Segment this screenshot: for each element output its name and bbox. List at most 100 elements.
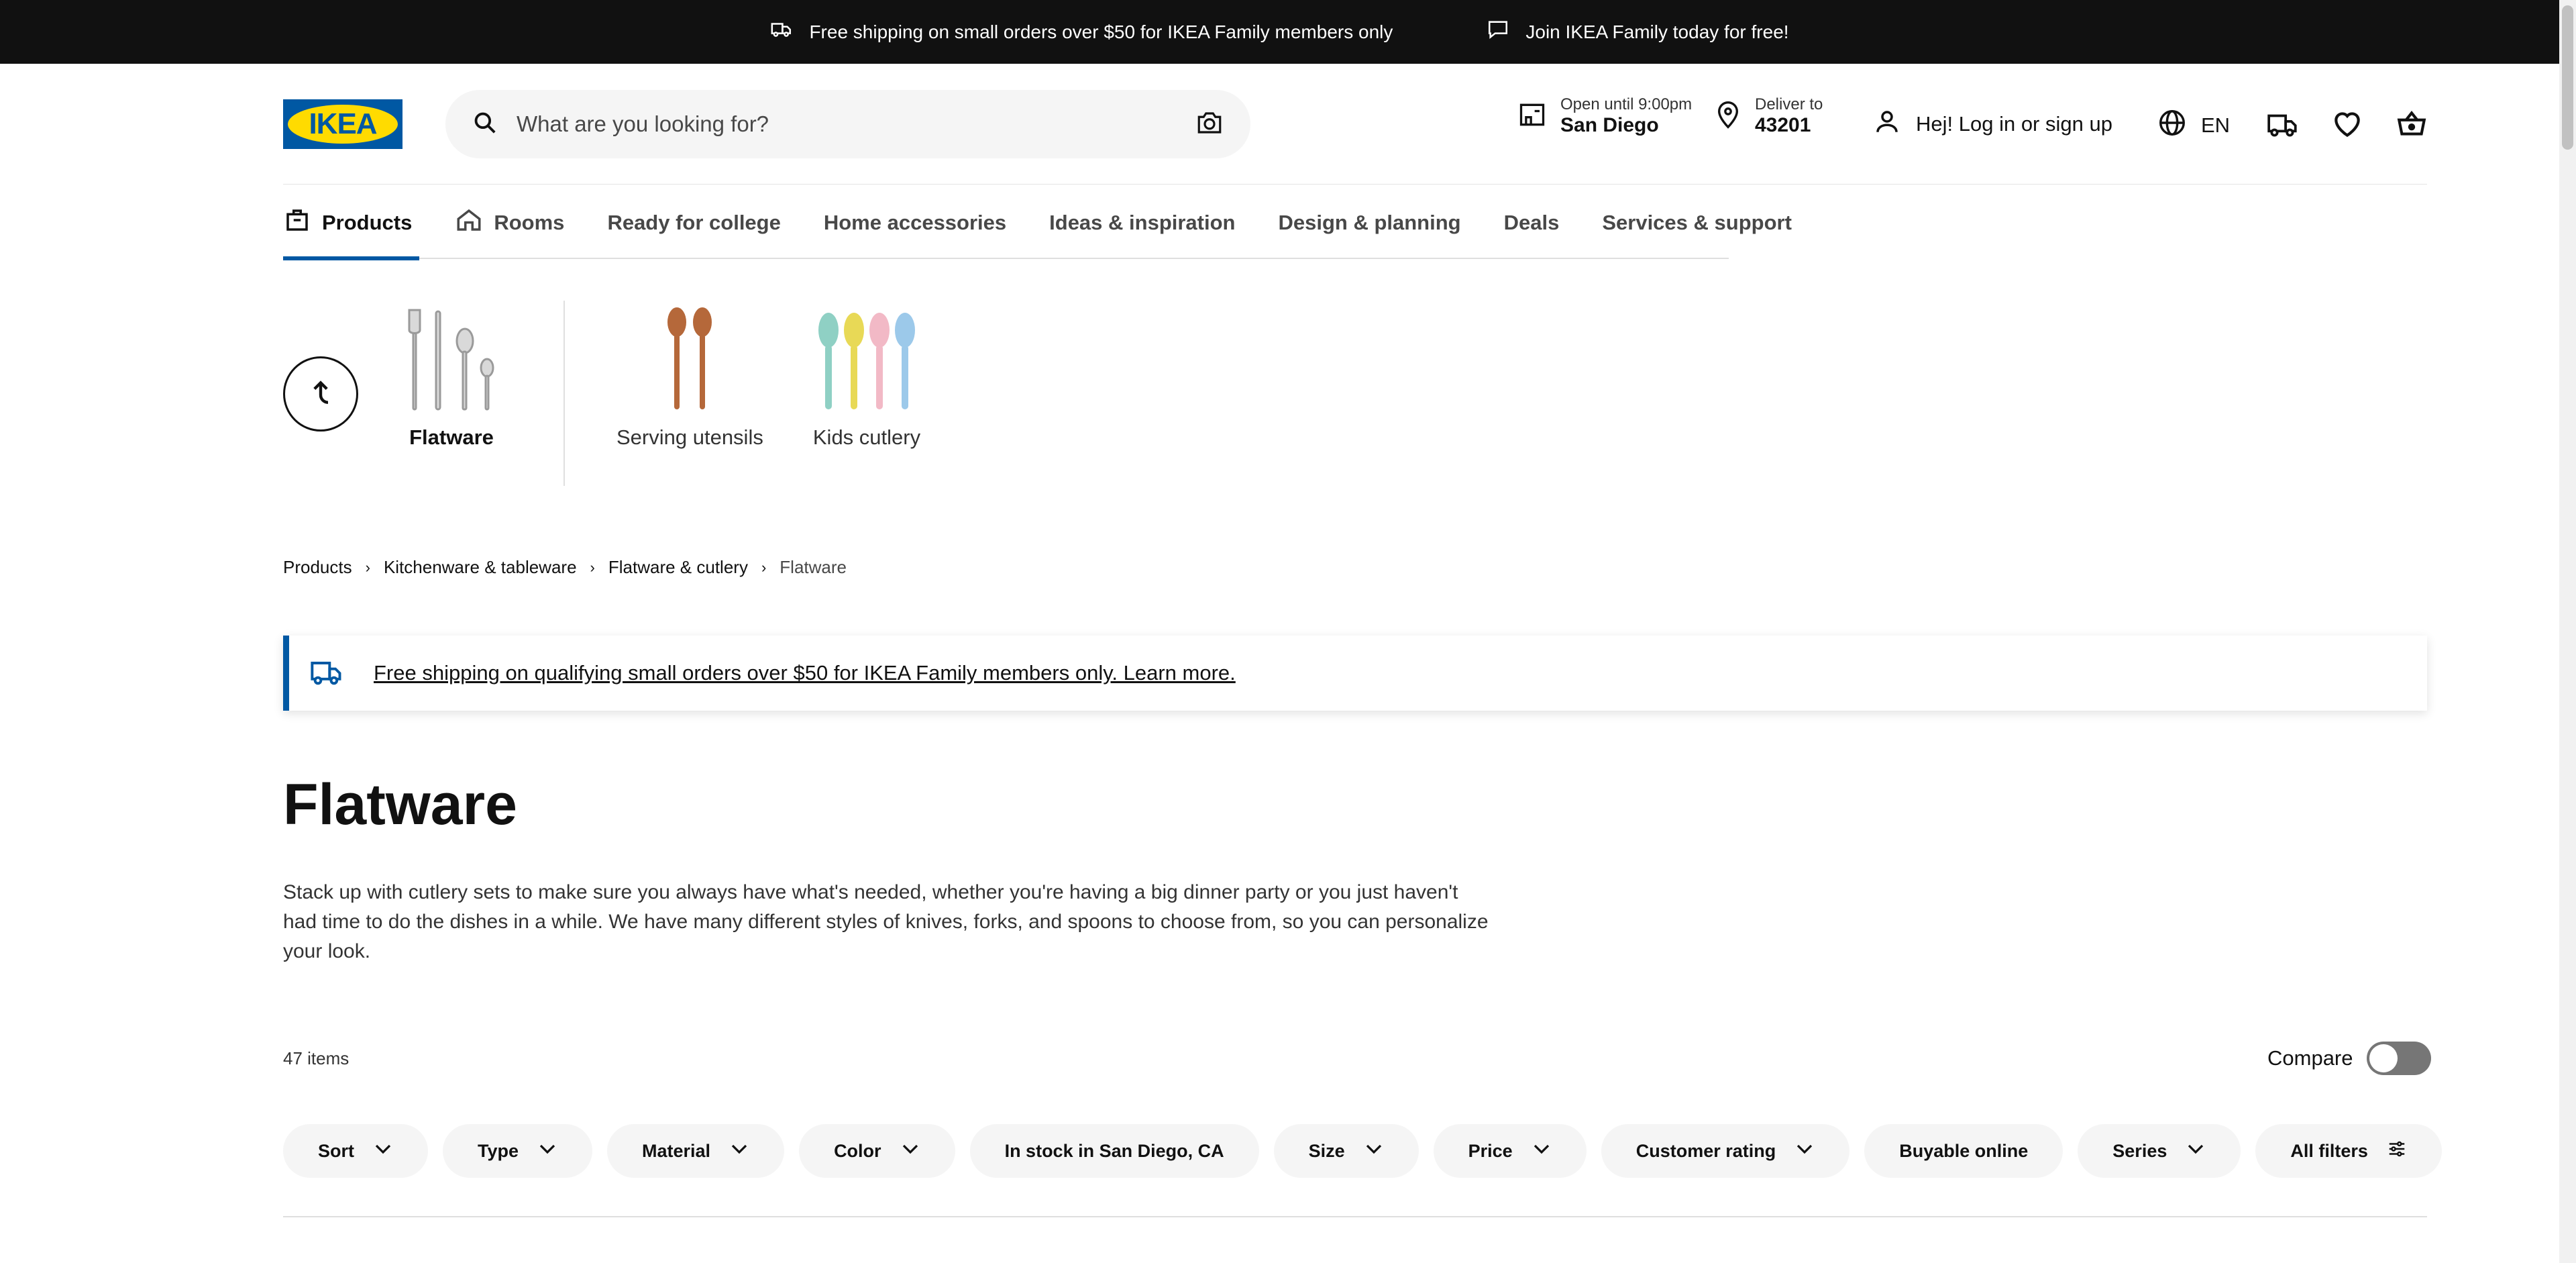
- filter-in-stock[interactable]: In stock in San Diego, CA: [969, 1124, 1259, 1178]
- breadcrumb-products[interactable]: Products: [283, 557, 352, 578]
- top-promo-bar: Free shipping on small orders over $50 f…: [0, 0, 2559, 64]
- category-flatware[interactable]: Flatware: [394, 301, 508, 450]
- nav-design-label: Design & planning: [1278, 211, 1461, 234]
- nav-design-planning[interactable]: Design & planning: [1278, 211, 1460, 235]
- flatware-image: [408, 309, 494, 411]
- category-kids-cutlery-label: Kids cutlery: [812, 425, 921, 449]
- chevron-down-icon: [1794, 1139, 1815, 1164]
- scrollbar-thumb[interactable]: [2562, 5, 2573, 150]
- shipping-info-link[interactable]: Free shipping on qualifying small orders…: [374, 661, 1236, 685]
- logo-text: IKEA: [309, 107, 377, 140]
- store-name: San Diego: [1560, 114, 1659, 136]
- nav-home-accessories[interactable]: Home accessories: [824, 211, 1006, 235]
- family-promo-text: Join IKEA Family today for free!: [1525, 21, 1789, 42]
- globe-icon: [2157, 107, 2188, 144]
- category-divider: [564, 301, 565, 486]
- breadcrumb-current: Flatware: [780, 557, 847, 577]
- chevron-down-icon: [729, 1139, 749, 1164]
- compare-control: Compare: [2267, 1042, 2431, 1075]
- search-icon[interactable]: [472, 110, 498, 139]
- sliders-icon: [2387, 1139, 2407, 1164]
- filter-color[interactable]: Color: [799, 1124, 955, 1178]
- filter-label: Sort: [318, 1140, 354, 1161]
- filter-sort[interactable]: Sort: [283, 1124, 428, 1178]
- login-link[interactable]: Hej! Log in or sign up: [1873, 107, 2112, 141]
- filter-series[interactable]: Series: [2078, 1124, 2241, 1178]
- chevron-down-icon: [537, 1139, 557, 1164]
- filters-divider: [283, 1216, 2427, 1217]
- chevron-down-icon: [1532, 1139, 1552, 1164]
- back-to-parent-button[interactable]: [283, 356, 358, 432]
- category-serving-utensils[interactable]: Serving utensils: [616, 301, 763, 450]
- nav-deals-label: Deals: [1503, 211, 1560, 234]
- page-title: Flatware: [283, 772, 517, 837]
- nav-ready-for-college[interactable]: Ready for college: [607, 211, 780, 235]
- arrow-up-back-icon: [306, 378, 335, 411]
- delivery-location[interactable]: Deliver to 43201: [1715, 95, 1823, 137]
- products-bag-icon: [283, 206, 311, 240]
- filter-label: Color: [834, 1140, 881, 1161]
- filter-label: Material: [642, 1140, 711, 1161]
- compare-toggle[interactable]: [2366, 1042, 2431, 1075]
- truck-icon: [309, 654, 344, 693]
- page-scrollbar[interactable]: [2559, 0, 2576, 1263]
- shipping-promo-link[interactable]: Free shipping on small orders over $50 f…: [770, 18, 1393, 46]
- category-flatware-label: Flatware: [409, 425, 494, 449]
- filter-type[interactable]: Type: [443, 1124, 593, 1178]
- nav-products-label: Products: [322, 211, 413, 234]
- family-promo-link[interactable]: Join IKEA Family today for free!: [1487, 18, 1789, 46]
- shopping-cart-icon[interactable]: [2395, 107, 2428, 141]
- deliver-zip: 43201: [1755, 114, 1811, 136]
- nav-rooms-label: Rooms: [494, 211, 565, 234]
- breadcrumb-chevron-icon: ›: [365, 558, 370, 576]
- chevron-down-icon: [900, 1139, 920, 1164]
- filter-label: Series: [2112, 1140, 2167, 1161]
- nav-deals[interactable]: Deals: [1504, 211, 1560, 235]
- nav-ideas-inspiration[interactable]: Ideas & inspiration: [1049, 211, 1235, 235]
- filter-label: Buyable online: [1899, 1140, 2029, 1161]
- search-input[interactable]: [517, 111, 1195, 137]
- user-icon: [1873, 107, 1901, 141]
- filter-bar: Sort Type Material Color In stock in San…: [283, 1124, 2442, 1178]
- filter-label: Type: [478, 1140, 519, 1161]
- nav-rooms[interactable]: Rooms: [455, 206, 564, 240]
- delivery-truck-icon[interactable]: [2266, 107, 2300, 141]
- filter-size[interactable]: Size: [1273, 1124, 1419, 1178]
- toggle-knob: [2369, 1044, 2398, 1072]
- store-selector[interactable]: Open until 9:00pm San Diego: [1517, 95, 1692, 137]
- filter-label: Price: [1468, 1140, 1513, 1161]
- filter-label: In stock in San Diego, CA: [1004, 1140, 1224, 1161]
- filter-material[interactable]: Material: [607, 1124, 785, 1178]
- filter-all-filters[interactable]: All filters: [2255, 1124, 2442, 1178]
- ikea-logo[interactable]: IKEA: [283, 99, 402, 149]
- login-label: Hej! Log in or sign up: [1916, 112, 2112, 136]
- chat-bubble-icon: [1487, 18, 1509, 46]
- camera-search-icon[interactable]: [1195, 109, 1224, 140]
- filter-buyable-online[interactable]: Buyable online: [1864, 1124, 2063, 1178]
- filter-customer-rating[interactable]: Customer rating: [1601, 1124, 1850, 1178]
- nav-underline: [283, 258, 1729, 259]
- filter-price[interactable]: Price: [1433, 1124, 1587, 1178]
- heart-icon[interactable]: [2330, 107, 2364, 141]
- category-kids-cutlery[interactable]: Kids cutlery: [810, 301, 924, 450]
- store-hours: Open until 9:00pm: [1560, 95, 1693, 113]
- filter-label: Size: [1308, 1140, 1345, 1161]
- nav-ideas-label: Ideas & inspiration: [1049, 211, 1236, 234]
- breadcrumb-chevron-icon: ›: [590, 558, 595, 576]
- truck-icon: [770, 18, 793, 46]
- chevron-down-icon: [1364, 1139, 1384, 1164]
- compare-label: Compare: [2267, 1046, 2353, 1070]
- nav-products[interactable]: Products: [283, 206, 412, 240]
- breadcrumb-chevron-icon: ›: [761, 558, 767, 576]
- nav-services-support[interactable]: Services & support: [1602, 211, 1792, 235]
- page-description: Stack up with cutlery sets to make sure …: [283, 881, 1489, 962]
- language-label: EN: [2201, 113, 2231, 137]
- breadcrumb-kitchenware[interactable]: Kitchenware & tableware: [384, 557, 577, 578]
- main-nav: Products Rooms Ready for college Home ac…: [283, 201, 1835, 244]
- item-count: 47 items: [283, 1048, 350, 1068]
- language-selector[interactable]: EN: [2157, 107, 2230, 144]
- breadcrumb-flatware-cutlery[interactable]: Flatware & cutlery: [608, 557, 748, 578]
- filter-label: Customer rating: [1635, 1140, 1776, 1161]
- search-bar[interactable]: [445, 90, 1250, 158]
- home-icon: [455, 206, 483, 240]
